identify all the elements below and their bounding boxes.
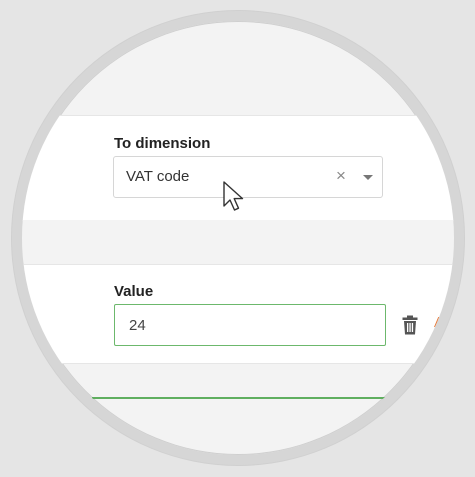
mouse-cursor-icon: [223, 181, 244, 211]
to-dimension-label: To dimension: [114, 135, 211, 152]
trash-icon[interactable]: [402, 315, 418, 335]
value-input[interactable]: [114, 304, 386, 346]
value-label: Value: [114, 283, 154, 300]
clear-icon[interactable]: ×: [336, 166, 346, 186]
magnifier-lens: To dimension VAT code × Value Ad: [22, 21, 454, 455]
selected-value: VAT code: [126, 168, 190, 185]
section-divider: [92, 397, 412, 399]
dropdown-arrow-icon[interactable]: [363, 175, 373, 180]
to-dimension-select[interactable]: VAT code ×: [113, 156, 383, 198]
add-link[interactable]: Ad: [434, 314, 452, 331]
panel-separator: [22, 220, 454, 264]
